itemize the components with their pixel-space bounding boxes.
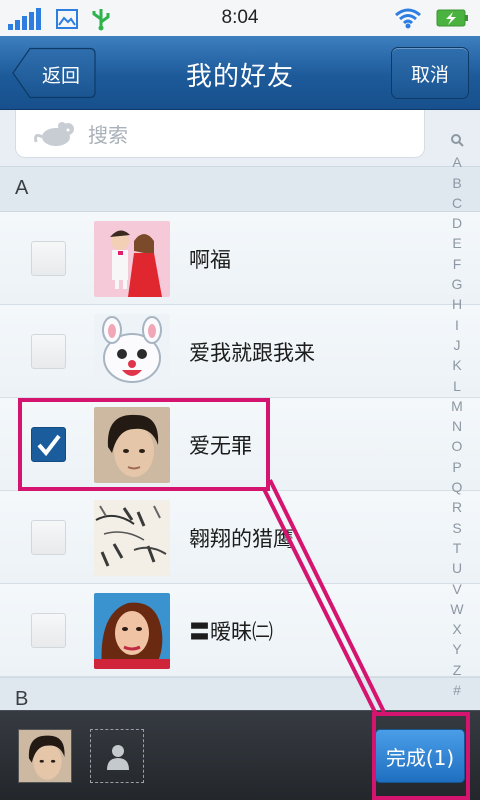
highlight-connector-line <box>262 479 386 715</box>
